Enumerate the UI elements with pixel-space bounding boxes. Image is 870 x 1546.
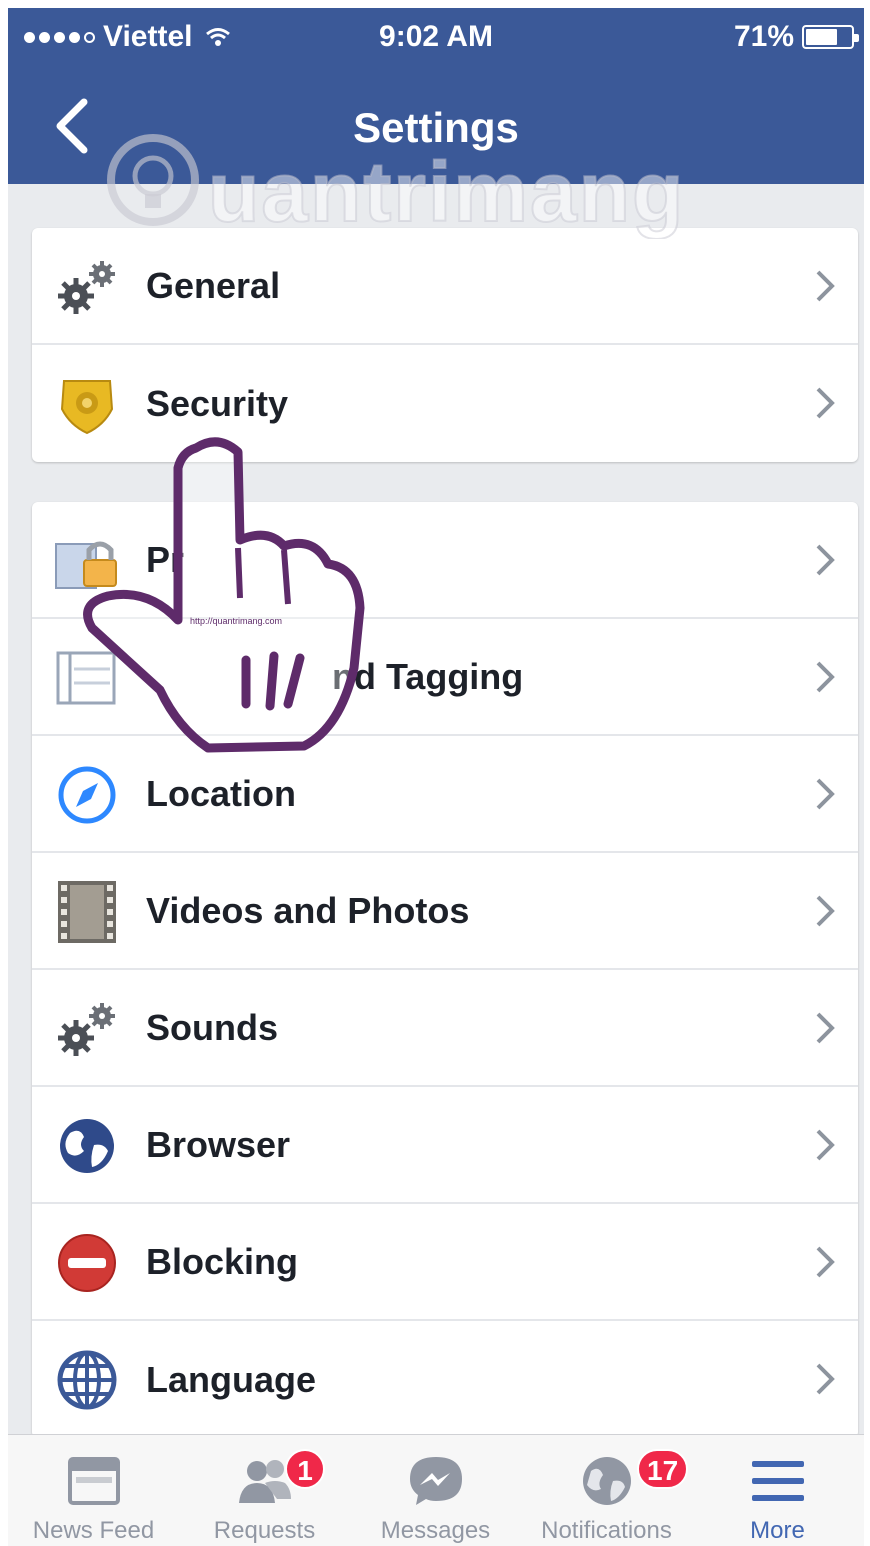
timeline-icon [56, 651, 116, 705]
page-title: Settings [353, 104, 519, 151]
globe-icon [582, 1457, 631, 1505]
chevron-right-icon [816, 1363, 835, 1395]
settings-item-videos-photos[interactable]: Videos and Photos [32, 853, 858, 970]
chevron-right-icon [816, 778, 835, 810]
tab-label: Requests [213, 1517, 316, 1544]
settings-item-timeline-tagging[interactable]: nd Tagging [32, 619, 858, 736]
settings-item-security[interactable]: Security [32, 345, 858, 462]
film-icon [58, 881, 116, 943]
tab-news-feed[interactable]: News Feed [8, 1435, 179, 1546]
settings-item-label: Pr [146, 538, 185, 580]
settings-item-browser[interactable]: Browser [32, 1087, 858, 1204]
chevron-right-icon [816, 544, 835, 576]
settings-item-label: Blocking [146, 1240, 299, 1282]
chevron-right-icon [816, 1129, 835, 1161]
tab-messages[interactable]: Messages [350, 1435, 521, 1546]
status-bar: Viettel 9:02 AM 71% [8, 8, 864, 72]
chevron-right-icon [816, 1012, 835, 1044]
settings-item-label: Language [146, 1358, 317, 1400]
settings-item-blocking[interactable]: Blocking [32, 1204, 858, 1321]
gears-icon [58, 261, 115, 314]
settings-item-label: Browser [146, 1123, 291, 1165]
chevron-right-icon [816, 270, 835, 302]
settings-item-label: Security [146, 382, 289, 424]
tab-label: More [750, 1517, 805, 1544]
settings-item-location[interactable]: Location [32, 736, 858, 853]
tab-label: News Feed [32, 1517, 155, 1544]
settings-item-label: General [146, 264, 281, 306]
requests-badge: 1 [285, 1449, 325, 1489]
settings-item-privacy[interactable]: Pr [32, 502, 858, 619]
chevron-right-icon [816, 387, 835, 419]
settings-group-account: General Security [32, 228, 858, 462]
navigation-bar: Settings [8, 72, 864, 184]
messenger-icon [409, 1457, 462, 1505]
tab-more[interactable]: More [692, 1435, 863, 1546]
phone-screen: Viettel 9:02 AM 71% Settings General Sec… [8, 8, 864, 1546]
chevron-right-icon [816, 661, 835, 693]
settings-item-label: Sounds [146, 1006, 278, 1048]
tab-bar: News Feed 1 Requests Messages 17 Notific… [8, 1434, 864, 1546]
globe-icon [60, 1119, 114, 1173]
gears-icon [58, 1003, 115, 1056]
tab-label: Notifications [541, 1517, 672, 1544]
language-globe-icon [57, 1350, 117, 1410]
battery-icon [802, 25, 859, 49]
menu-icon [751, 1461, 804, 1501]
tab-requests[interactable]: 1 Requests [179, 1435, 350, 1546]
lock-doc-icon [55, 541, 117, 589]
tab-label: Messages [380, 1517, 491, 1544]
shield-badge-icon [60, 380, 114, 435]
settings-item-sounds[interactable]: Sounds [32, 970, 858, 1087]
chevron-right-icon [816, 895, 835, 927]
battery-percent: 71% [733, 20, 794, 53]
settings-item-label: Location [146, 772, 296, 814]
news-feed-icon [67, 1457, 120, 1505]
tab-notifications[interactable]: 17 Notifications [521, 1435, 692, 1546]
no-entry-icon [58, 1234, 116, 1292]
settings-group-preferences: Pr nd Tagging Location Videos and Photos… [32, 502, 858, 1438]
settings-item-label: Videos and Photos [146, 889, 470, 931]
settings-item-label: nd Tagging [332, 655, 524, 697]
notifications-badge: 17 [637, 1449, 689, 1489]
battery-info: 71% [733, 20, 859, 54]
chevron-right-icon [816, 1246, 835, 1278]
compass-icon [58, 766, 116, 824]
settings-item-language[interactable]: Language [32, 1321, 858, 1438]
settings-item-general[interactable]: General [32, 228, 858, 345]
